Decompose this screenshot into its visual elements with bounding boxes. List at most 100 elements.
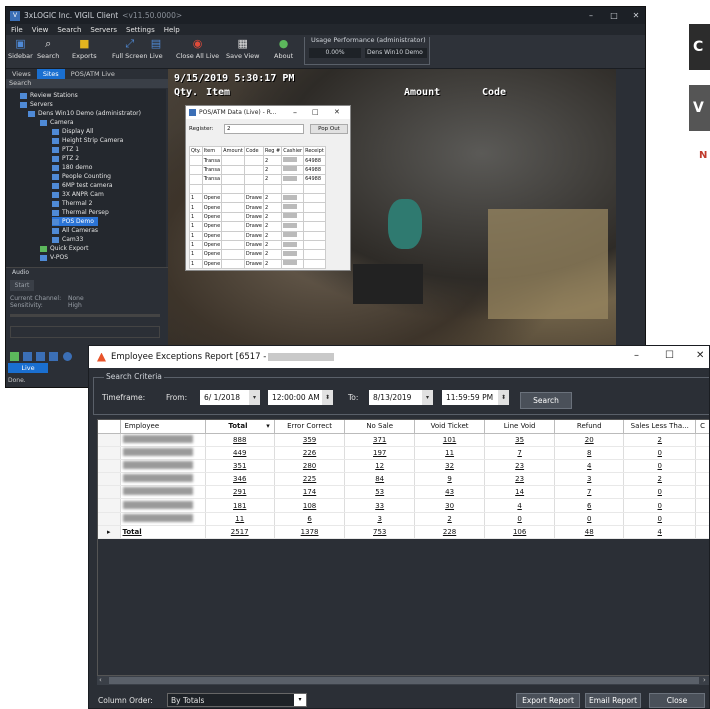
pos-row[interactable]: 1 Opene Drawe 2: [189, 192, 326, 204]
col-sales-less-than[interactable]: Sales Less Tha...: [623, 420, 697, 434]
maximize-icon[interactable]: □: [604, 9, 624, 22]
calendar-dropdown-icon[interactable]: ▾: [249, 390, 260, 405]
value-cell[interactable]: 3: [554, 472, 625, 487]
value-cell[interactable]: 351: [205, 459, 275, 474]
close-all-live-button[interactable]: ◉ Close All Live: [176, 37, 219, 60]
value-cell[interactable]: 753: [344, 525, 415, 540]
pos-col-header[interactable]: Reg #: [262, 145, 283, 157]
totals-label[interactable]: Total: [120, 525, 206, 540]
tree-item[interactable]: PTZ 2: [52, 154, 79, 163]
value-cell[interactable]: 4: [623, 525, 697, 540]
pause-icon[interactable]: [63, 352, 72, 361]
register-select[interactable]: 2: [224, 124, 304, 134]
value-cell[interactable]: 449: [205, 446, 275, 460]
value-cell[interactable]: 106: [484, 525, 556, 540]
value-cell[interactable]: 2: [623, 472, 697, 487]
about-button[interactable]: ● About: [274, 37, 293, 60]
value-cell[interactable]: 174: [274, 485, 346, 500]
tab-views[interactable]: Views: [6, 69, 37, 79]
scroll-left-icon[interactable]: ‹: [99, 676, 102, 684]
calendar-dropdown-icon[interactable]: ▾: [422, 390, 433, 405]
close-icon[interactable]: ✕: [696, 350, 704, 361]
table-row[interactable]: 449 226 197 11 7 8 0: [98, 446, 709, 460]
value-cell[interactable]: 2: [414, 512, 486, 526]
col-no-sale[interactable]: No Sale: [344, 420, 415, 434]
value-cell[interactable]: 228: [414, 525, 486, 540]
grid-9-icon[interactable]: [49, 352, 58, 361]
row-selector[interactable]: [98, 433, 121, 447]
tree-item[interactable]: All Cameras: [52, 226, 98, 235]
value-cell[interactable]: 4: [484, 498, 556, 513]
pos-row[interactable]: Transa 2 64988: [189, 174, 326, 185]
row-selector[interactable]: ▸: [98, 525, 121, 540]
value-cell[interactable]: 291: [205, 485, 275, 500]
value-cell[interactable]: 197: [344, 446, 415, 460]
time-spinner-icon[interactable]: ⬍: [498, 390, 509, 405]
from-time-field[interactable]: 12:00:00 AM: [268, 390, 330, 405]
tree-item[interactable]: V-POS: [40, 253, 68, 262]
tab-pos-atm-live[interactable]: POS/ATM Live: [65, 69, 121, 79]
time-spinner-icon[interactable]: ⬍: [322, 390, 333, 405]
sidebar-button[interactable]: ▣ Sidebar: [8, 37, 33, 60]
row-selector[interactable]: [98, 472, 121, 487]
row-selector[interactable]: [98, 459, 121, 474]
tree-item[interactable]: Camera: [40, 118, 74, 127]
tree-item[interactable]: Thermal Persep: [52, 208, 109, 217]
minimize-icon[interactable]: –: [634, 350, 639, 361]
value-cell[interactable]: 12: [344, 459, 415, 474]
value-cell[interactable]: 280: [274, 459, 346, 474]
pos-row[interactable]: [189, 183, 326, 194]
value-cell[interactable]: 33: [344, 498, 415, 513]
tree-item[interactable]: Quick Export: [40, 244, 89, 253]
table-row[interactable]: 291 174 53 43 14 7 0: [98, 485, 709, 500]
pos-row[interactable]: 1 Opene Drawe 2: [189, 239, 326, 251]
tree-item[interactable]: Servers: [20, 100, 53, 109]
value-cell[interactable]: 0: [623, 446, 697, 460]
grid-4-icon[interactable]: [36, 352, 45, 361]
email-report-button[interactable]: Email Report: [585, 693, 641, 708]
row-selector[interactable]: [98, 512, 121, 526]
tree-item[interactable]: Thermal 2: [52, 199, 92, 208]
tree-item-selected[interactable]: POS Demo: [52, 217, 98, 226]
tree-item[interactable]: 180 demo: [52, 163, 92, 172]
table-row[interactable]: 181 108 33 30 4 6 0: [98, 498, 709, 513]
pos-row[interactable]: 1 Opene Drawe 2: [189, 202, 326, 213]
row-selector[interactable]: [98, 485, 121, 500]
menu-file[interactable]: File: [11, 26, 23, 34]
value-cell[interactable]: 6: [274, 512, 346, 526]
table-row[interactable]: 888 359 371 101 35 20 2: [98, 433, 709, 447]
value-cell[interactable]: 0: [623, 485, 697, 500]
maximize-icon[interactable]: ☐: [665, 350, 674, 361]
tab-sites[interactable]: Sites: [36, 69, 65, 79]
horizontal-scrollbar[interactable]: ‹ ›: [97, 676, 709, 685]
menu-settings[interactable]: Settings: [126, 26, 155, 34]
value-cell[interactable]: 108: [274, 498, 346, 513]
value-cell[interactable]: 20: [554, 433, 625, 447]
value-cell[interactable]: 3: [344, 512, 415, 526]
pos-row[interactable]: 1 Opene Drawe 2: [189, 258, 326, 270]
tree-item[interactable]: Dens Win10 Demo (administrator): [28, 109, 141, 118]
value-cell[interactable]: 888: [205, 433, 275, 447]
pos-row[interactable]: 1 Opene Drawe 2: [189, 230, 326, 241]
tree-item[interactable]: Display All: [52, 127, 93, 136]
table-row[interactable]: 11 6 3 2 0 0 0: [98, 512, 709, 526]
value-cell[interactable]: 7: [484, 446, 556, 460]
menu-servers[interactable]: Servers: [90, 26, 117, 34]
value-cell[interactable]: 53: [344, 485, 415, 500]
value-cell[interactable]: 359: [274, 433, 346, 447]
scrollbar-thumb[interactable]: [109, 677, 699, 684]
value-cell[interactable]: 11: [414, 446, 486, 460]
pos-col-header[interactable]: Cashier: [281, 145, 305, 157]
value-cell[interactable]: 346: [205, 472, 275, 487]
live-button[interactable]: ▤ Live: [149, 37, 163, 60]
value-cell[interactable]: 371: [344, 433, 415, 447]
value-cell[interactable]: 2517: [205, 525, 275, 540]
maximize-icon[interactable]: □: [312, 108, 319, 116]
minimize-icon[interactable]: –: [581, 9, 601, 22]
pos-row[interactable]: Transa 2 64988: [189, 164, 326, 176]
col-void-ticket[interactable]: Void Ticket: [414, 420, 486, 434]
pos-col-header[interactable]: Item: [201, 145, 223, 157]
pos-row[interactable]: 1 Opene Drawe 2: [189, 221, 326, 232]
value-cell[interactable]: 0: [623, 512, 697, 526]
live-status-tab[interactable]: Live: [8, 363, 48, 373]
